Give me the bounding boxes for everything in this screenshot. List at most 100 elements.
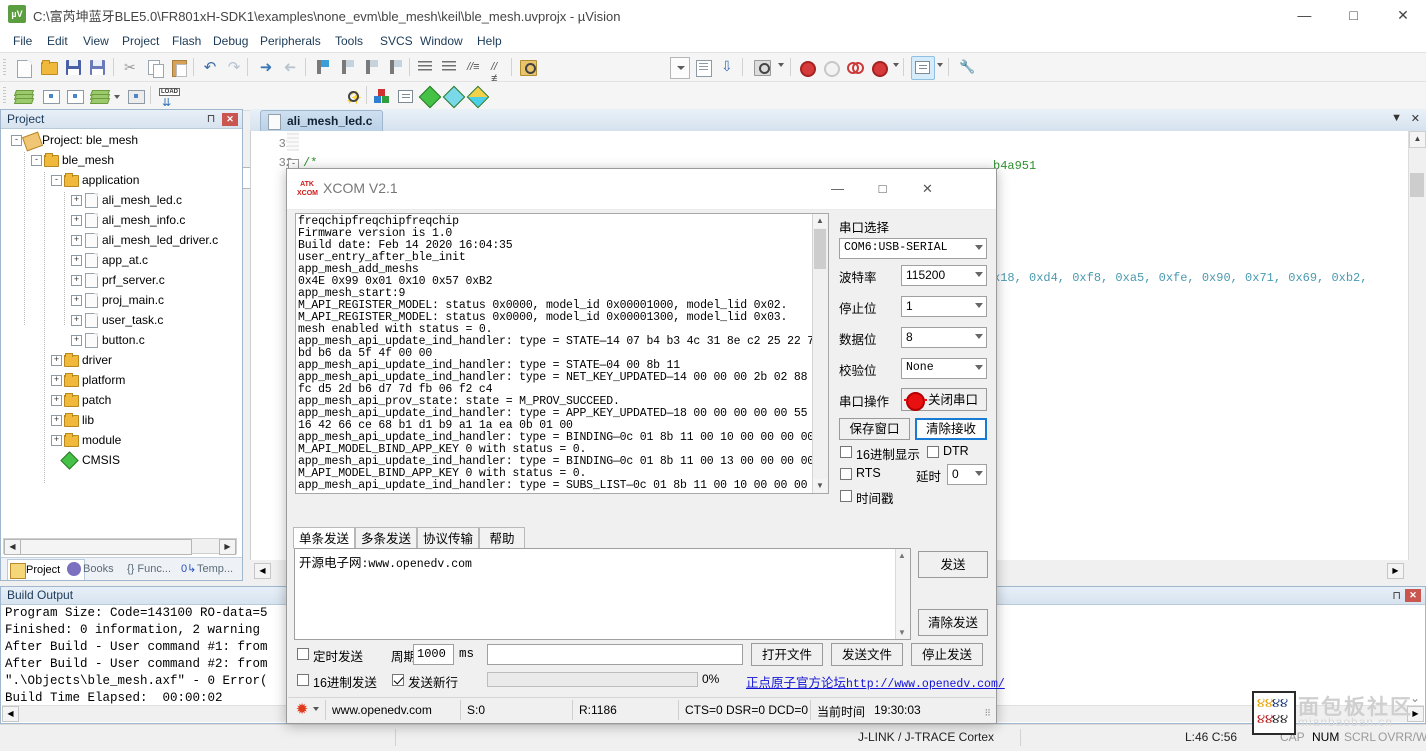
kill-all-breakpoints-button[interactable]	[867, 56, 891, 80]
build-button[interactable]	[39, 85, 63, 109]
copy-button[interactable]	[143, 56, 167, 80]
menu-file[interactable]: File	[8, 33, 37, 49]
scroll-left-icon[interactable]: ◀	[4, 539, 21, 555]
gear-icon[interactable]: ✹	[294, 702, 310, 718]
send-tab-help[interactable]: 帮助	[479, 527, 525, 549]
project-tree[interactable]: - Project: ble_mesh - ble_mesh - applica…	[3, 130, 239, 547]
download-button[interactable]: LOAD ⇊	[155, 85, 180, 109]
delay-select[interactable]: 0	[947, 464, 987, 485]
scroll-down-icon[interactable]: ▼	[898, 628, 906, 637]
save-button[interactable]	[62, 56, 86, 80]
batch-build-dropdown-arrow[interactable]	[114, 95, 120, 99]
insert-breakpoint-button[interactable]	[795, 56, 819, 80]
window-layout-button[interactable]	[911, 56, 935, 80]
menu-debug[interactable]: Debug	[208, 33, 253, 49]
send-tab-protocol[interactable]: 协议传输	[417, 527, 479, 549]
editor-vertical-scrollbar[interactable]: ▲ ▼	[1408, 131, 1426, 581]
menu-help[interactable]: Help	[472, 33, 507, 49]
expander-icon[interactable]: +	[71, 275, 82, 286]
hex-display-checkbox[interactable]	[840, 446, 852, 458]
expander-icon[interactable]: -	[31, 155, 42, 166]
resize-grip[interactable]: ⠿	[984, 708, 991, 719]
save-window-button[interactable]: 保存窗口	[839, 418, 910, 440]
editor-tab-close-icon[interactable]: ✕	[1411, 112, 1420, 125]
send-tab-multi[interactable]: 多条发送	[355, 527, 417, 549]
xcom-maximize-button[interactable]: □	[860, 169, 905, 209]
menu-tools[interactable]: Tools	[330, 33, 368, 49]
debug-session-button[interactable]	[750, 56, 774, 80]
tab-functions[interactable]: {} Func...	[123, 559, 183, 579]
scroll-left-icon[interactable]: ◀	[254, 563, 271, 579]
breakpoints-dropdown-arrow[interactable]	[893, 63, 899, 67]
batch-build-button[interactable]	[88, 85, 112, 109]
open-file-button[interactable]	[37, 56, 61, 80]
expander-icon[interactable]: +	[71, 235, 82, 246]
save-all-button[interactable]	[86, 56, 110, 80]
chevron-down-icon[interactable]	[975, 303, 983, 308]
parity-select[interactable]: None	[901, 358, 987, 379]
find-button[interactable]	[516, 56, 540, 80]
expander-icon[interactable]: +	[51, 355, 62, 366]
menu-window[interactable]: Window	[415, 33, 468, 49]
menu-project[interactable]: Project	[117, 33, 164, 49]
send-button[interactable]: 发送	[918, 551, 988, 578]
maximize-button[interactable]: □	[1331, 0, 1377, 30]
chevron-down-icon[interactable]	[975, 334, 983, 339]
databits-select[interactable]: 8	[901, 327, 987, 348]
forum-link[interactable]: 正点原子官方论坛http://www.openedv.com/	[746, 672, 1005, 691]
close-button[interactable]: ✕	[1380, 0, 1426, 30]
disable-all-breakpoints-button[interactable]	[843, 56, 867, 80]
comment-button[interactable]: //≡	[462, 56, 486, 80]
undo-button[interactable]: ↶	[198, 56, 222, 80]
send-tab-single[interactable]: 单条发送	[293, 527, 355, 549]
rebuild-button[interactable]	[63, 85, 87, 109]
pin-icon[interactable]: ⊓	[204, 112, 218, 126]
find-in-files-button[interactable]	[692, 56, 716, 80]
scroll-right-icon[interactable]: ▶	[219, 539, 236, 555]
send-textarea[interactable]: 开源电子网:www.openedv.com ▲ ▼	[294, 548, 911, 640]
scrollbar-thumb[interactable]	[814, 229, 826, 269]
outdent-button[interactable]	[438, 56, 462, 80]
stop-send-button[interactable]: 停止发送	[911, 643, 983, 666]
newline-send-checkbox[interactable]	[392, 674, 404, 686]
hex-send-checkbox[interactable]	[297, 674, 309, 686]
pin-icon[interactable]: ⊓	[1392, 589, 1401, 602]
expander-icon[interactable]: +	[71, 295, 82, 306]
pack-installer-button[interactable]	[418, 85, 442, 109]
expander-icon[interactable]: +	[71, 335, 82, 346]
indent-button[interactable]	[414, 56, 438, 80]
send-textarea-scrollbar[interactable]: ▲ ▼	[895, 549, 910, 639]
editor-tab-ali-mesh-led-c[interactable]: ali_mesh_led.c	[260, 110, 384, 132]
scroll-right-icon[interactable]: ▶	[1387, 563, 1404, 579]
timestamp-checkbox[interactable]	[840, 490, 852, 502]
menu-edit[interactable]: Edit	[42, 33, 73, 49]
scroll-up-icon[interactable]: ▲	[813, 214, 827, 228]
rts-checkbox[interactable]	[840, 468, 852, 480]
xcom-minimize-button[interactable]: —	[815, 169, 860, 209]
expander-icon[interactable]: +	[71, 315, 82, 326]
tab-templates[interactable]: 0↳ Temp...	[179, 559, 257, 579]
scroll-up-icon[interactable]: ▲	[1409, 131, 1426, 148]
chevron-down-icon[interactable]	[975, 272, 983, 277]
expander-icon[interactable]: +	[51, 375, 62, 386]
find-dropdown[interactable]	[670, 57, 690, 79]
toolbar-grip[interactable]	[3, 59, 6, 75]
close-icon[interactable]: ✕	[222, 113, 238, 126]
clear-receive-button[interactable]: 清除接收	[915, 418, 987, 440]
editor-tab-list-icon[interactable]: ▼	[1391, 112, 1402, 124]
clear-send-button[interactable]: 清除发送	[918, 609, 988, 636]
gear-dropdown-arrow[interactable]	[313, 707, 319, 711]
file-path-input[interactable]	[487, 644, 743, 665]
dtr-checkbox[interactable]	[927, 446, 939, 458]
expander-icon[interactable]: +	[51, 395, 62, 406]
minimize-button[interactable]: —	[1281, 0, 1327, 30]
navigate-back-button[interactable]: ➜	[254, 56, 278, 80]
chevron-down-icon[interactable]	[975, 245, 983, 250]
expander-icon[interactable]: -	[51, 175, 62, 186]
menu-flash[interactable]: Flash	[167, 33, 206, 49]
expander-icon[interactable]: -	[11, 135, 22, 146]
send-file-button[interactable]: 发送文件	[831, 643, 903, 666]
scroll-left-icon[interactable]: ◀	[2, 706, 19, 722]
expander-icon[interactable]: +	[71, 255, 82, 266]
xcom-close-button[interactable]: ✕	[905, 169, 950, 209]
